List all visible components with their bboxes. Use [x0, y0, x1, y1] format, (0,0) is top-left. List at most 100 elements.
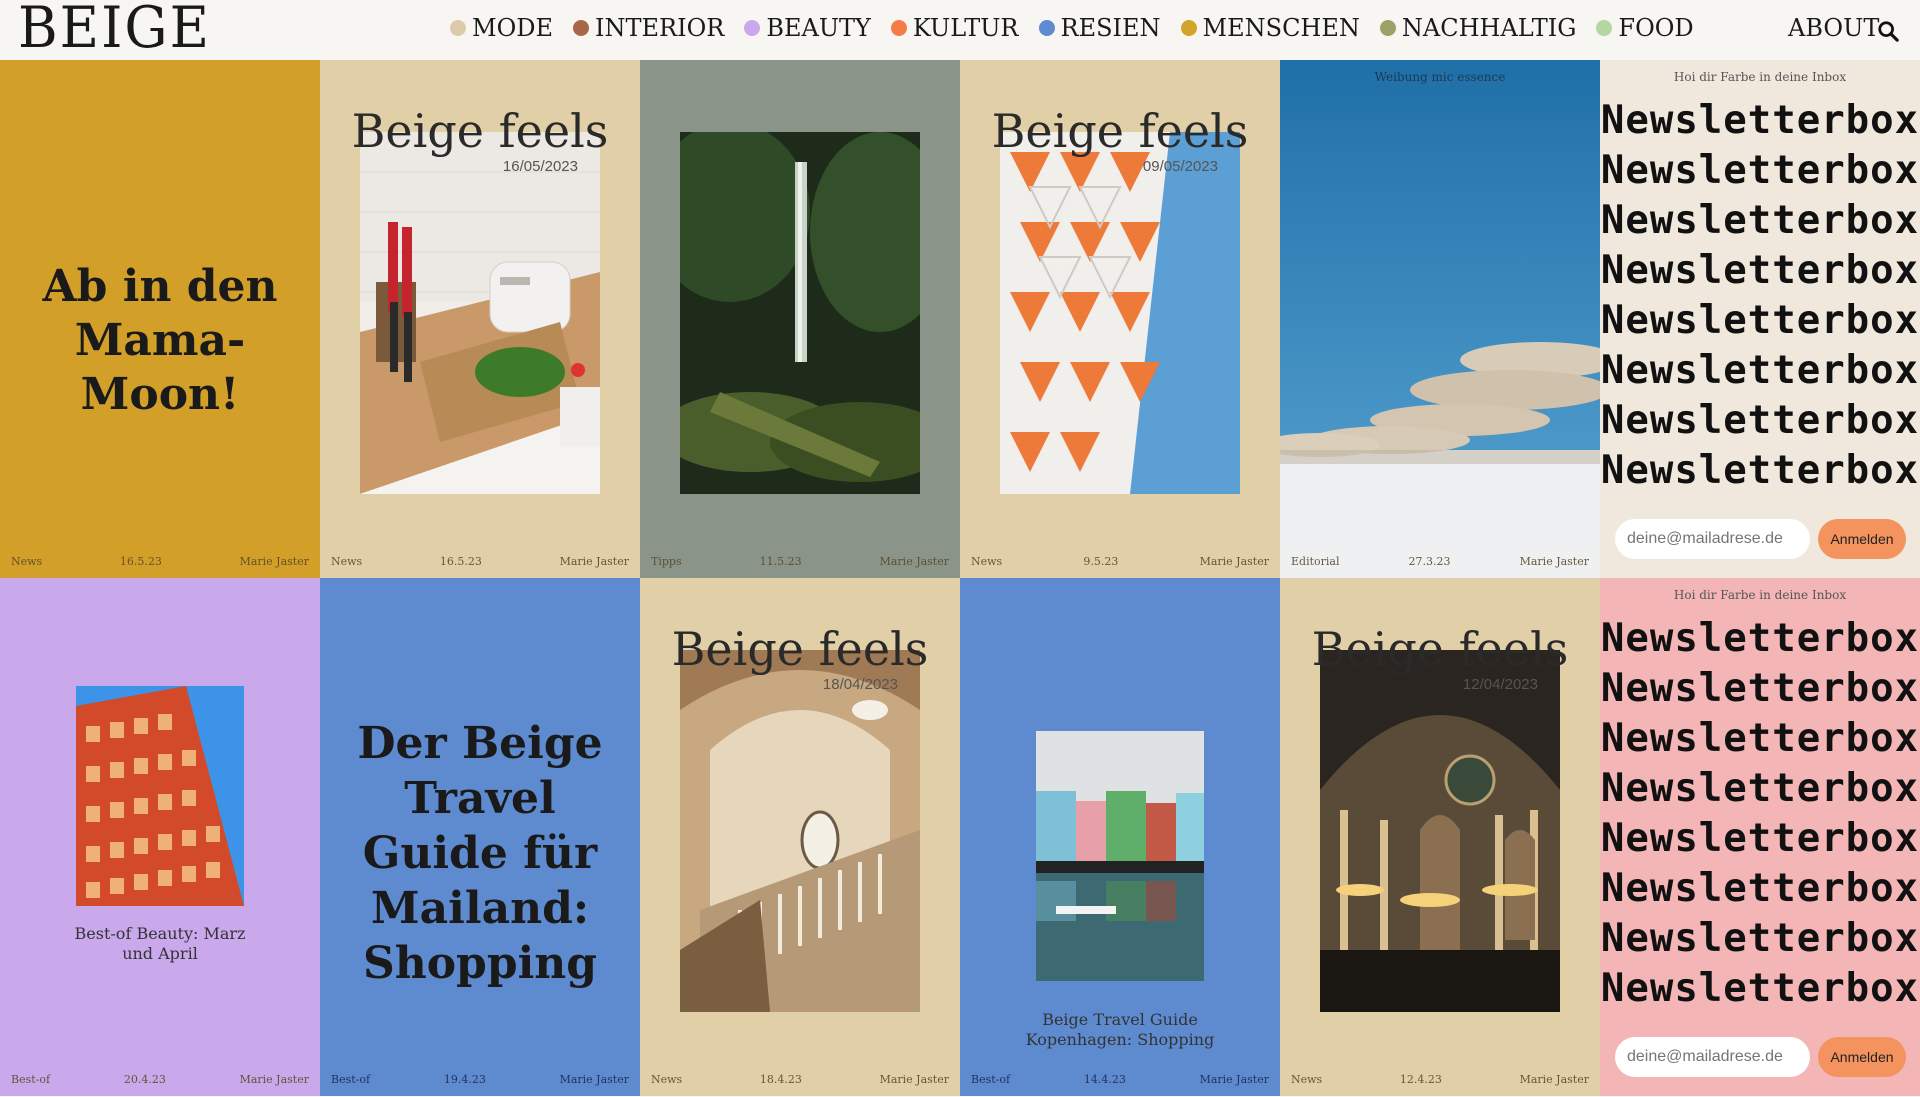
nav-item-interior[interactable]: INTERIOR — [573, 14, 724, 42]
article-tag: Editorial — [1291, 555, 1340, 568]
newsletter-word: Newsletterbox — [1600, 348, 1920, 393]
newsletter-word: Newsletterbox — [1600, 398, 1920, 443]
article-card[interactable]: Best-of Beauty: Marz und April Best-of 2… — [0, 578, 320, 1096]
article-tag: News — [11, 555, 43, 568]
article-author: Marie Jaster — [1199, 555, 1269, 568]
email-field[interactable] — [1615, 1037, 1810, 1077]
newsletter-word: Newsletterbox — [1600, 248, 1920, 293]
article-title: Beige feels — [1311, 622, 1569, 676]
nav-item-kultur[interactable]: KULTUR — [890, 14, 1019, 42]
search-icon[interactable] — [1877, 20, 1899, 42]
nav-label: MENSCHEN — [1202, 14, 1360, 42]
article-author: Marie Jaster — [239, 555, 309, 568]
card-footer: Editorial 27.3.23 Marie Jaster — [1291, 555, 1589, 568]
staircase-photo — [680, 650, 920, 1012]
post-date: 18/04/2023 — [822, 676, 898, 693]
nav-item-resien[interactable]: RESIEN — [1038, 14, 1161, 42]
nav-item-mode[interactable]: MODE — [450, 14, 553, 42]
email-field[interactable] — [1615, 519, 1810, 559]
mosque-interior-photo — [1320, 650, 1560, 1012]
article-date: 9.5.23 — [1083, 555, 1119, 568]
category-dot-icon — [744, 20, 761, 36]
post-date: 09/05/2023 — [1142, 158, 1218, 175]
subscribe-button[interactable]: Anmelden — [1818, 519, 1906, 559]
site-logo[interactable]: BEIGE — [18, 0, 211, 61]
article-date: 19.4.23 — [443, 1073, 486, 1086]
post-date: 16/05/2023 — [502, 158, 578, 175]
newsletter-form: Anmelden — [1615, 519, 1910, 559]
card-footer: Best-of 19.4.23 Marie Jaster — [331, 1073, 629, 1086]
article-author: Marie Jaster — [879, 1073, 949, 1086]
article-card[interactable]: Ab in den Mama-Moon! News 16.5.23 Marie … — [0, 60, 320, 578]
article-date: 12.4.23 — [1399, 1073, 1442, 1086]
card-footer: Tipps 11.5.23 Marie Jaster — [651, 555, 949, 568]
desert-building-photo — [1280, 60, 1600, 578]
card-footer: Best-of 14.4.23 Marie Jaster — [971, 1073, 1269, 1086]
article-caption: Beige Travel Guide Kopenhagen: Shopping — [1025, 1010, 1215, 1049]
article-card[interactable]: Tipps 11.5.23 Marie Jaster — [640, 60, 960, 578]
nav-item-beauty[interactable]: BEAUTY — [744, 14, 871, 42]
article-date: 18.4.23 — [759, 1073, 802, 1086]
nav-item-food[interactable]: FOOD — [1596, 14, 1694, 42]
newsletter-word: Newsletterbox — [1600, 866, 1920, 911]
newsletter-word: Newsletterbox — [1600, 616, 1920, 661]
article-author: Marie Jaster — [559, 555, 629, 568]
category-dot-icon — [450, 20, 466, 36]
newsletter-word: Newsletterbox — [1600, 448, 1920, 493]
newsletter-word: Newsletterbox — [1600, 148, 1920, 193]
article-card[interactable]: Beige Travel Guide Kopenhagen: Shopping … — [960, 578, 1280, 1096]
category-dot-icon — [1038, 20, 1055, 36]
article-card[interactable]: Beige feels 16/05/2023 News 16.5.23 Mari… — [320, 60, 640, 578]
article-author: Marie Jaster — [1519, 1073, 1589, 1086]
nav-item-menschen[interactable]: MENSCHEN — [1180, 14, 1360, 42]
card-footer: News 16.5.23 Marie Jaster — [11, 555, 309, 568]
nav-item-nachhaltig[interactable]: NACHHALTIG — [1379, 14, 1577, 42]
nav-label: INTERIOR — [595, 14, 725, 42]
card-footer: News 12.4.23 Marie Jaster — [1291, 1073, 1589, 1086]
article-date: 14.4.23 — [1083, 1073, 1126, 1086]
article-card[interactable]: Weibung mic essence Editorial 27.3.23 Ma… — [1280, 60, 1600, 578]
newsletter-form: Anmelden — [1615, 1037, 1910, 1077]
card-footer: News 16.5.23 Marie Jaster — [331, 555, 629, 568]
article-title: Ab in den Mama-Moon! — [42, 261, 278, 420]
kitchen-photo — [360, 132, 600, 494]
canal-photo — [1036, 731, 1204, 981]
article-grid: Ab in den Mama-Moon! News 16.5.23 Marie … — [0, 60, 1920, 1097]
newsletter-word: Newsletterbox — [1600, 198, 1920, 243]
article-card[interactable]: Der Beige Travel Guide für Mailand: Shop… — [320, 578, 640, 1096]
article-title: Beige feels — [991, 104, 1249, 158]
article-tag: News — [971, 555, 1003, 568]
nav-label: NACHHALTIG — [1401, 14, 1577, 42]
newsletter-word: Newsletterbox — [1600, 98, 1920, 143]
newsletter-word: Newsletterbox — [1600, 966, 1920, 1011]
article-date: 16.5.23 — [119, 555, 162, 568]
article-tag: Best-of — [331, 1073, 371, 1086]
card-footer: Best-of 20.4.23 Marie Jaster — [11, 1073, 309, 1086]
article-caption: Best-of Beauty: Marz und April — [74, 924, 246, 963]
newsletter-headline: Hoi dir Farbe in deine Inbox — [1673, 588, 1847, 602]
article-title: Beige feels — [671, 622, 929, 676]
nav-item-about[interactable]: ABOUT — [1788, 14, 1879, 42]
article-card[interactable]: Beige feels 09/05/2023 News 9.5.23 Marie… — [960, 60, 1280, 578]
article-date: 27.3.23 — [1408, 555, 1451, 568]
article-card[interactable]: Beige feels 12/04/2023 News 12.4.23 Mari… — [1280, 578, 1600, 1096]
card-footer: News 9.5.23 Marie Jaster — [971, 555, 1269, 568]
nav-label: KULTUR — [912, 14, 1019, 42]
article-tag: Best-of — [11, 1073, 51, 1086]
post-date: 12/04/2023 — [1462, 676, 1538, 693]
category-dot-icon — [1379, 20, 1396, 36]
article-tag: News — [651, 1073, 683, 1086]
newsletter-word: Newsletterbox — [1600, 716, 1920, 761]
newsletter-word: Newsletterbox — [1600, 766, 1920, 811]
category-dot-icon — [1180, 20, 1197, 36]
subscribe-button[interactable]: Anmelden — [1818, 1037, 1906, 1077]
waterfall-photo — [680, 132, 920, 494]
card-footer: News 18.4.23 Marie Jaster — [651, 1073, 949, 1086]
newsletter-word: Newsletterbox — [1600, 816, 1920, 861]
article-date: 20.4.23 — [123, 1073, 166, 1086]
article-card[interactable]: Beige feels 18/04/2023 News 18.4.23 Mari… — [640, 578, 960, 1096]
article-tag: News — [1291, 1073, 1323, 1086]
article-author: Marie Jaster — [239, 1073, 309, 1086]
category-dot-icon — [573, 20, 590, 36]
newsletter-word: Newsletterbox — [1600, 916, 1920, 961]
